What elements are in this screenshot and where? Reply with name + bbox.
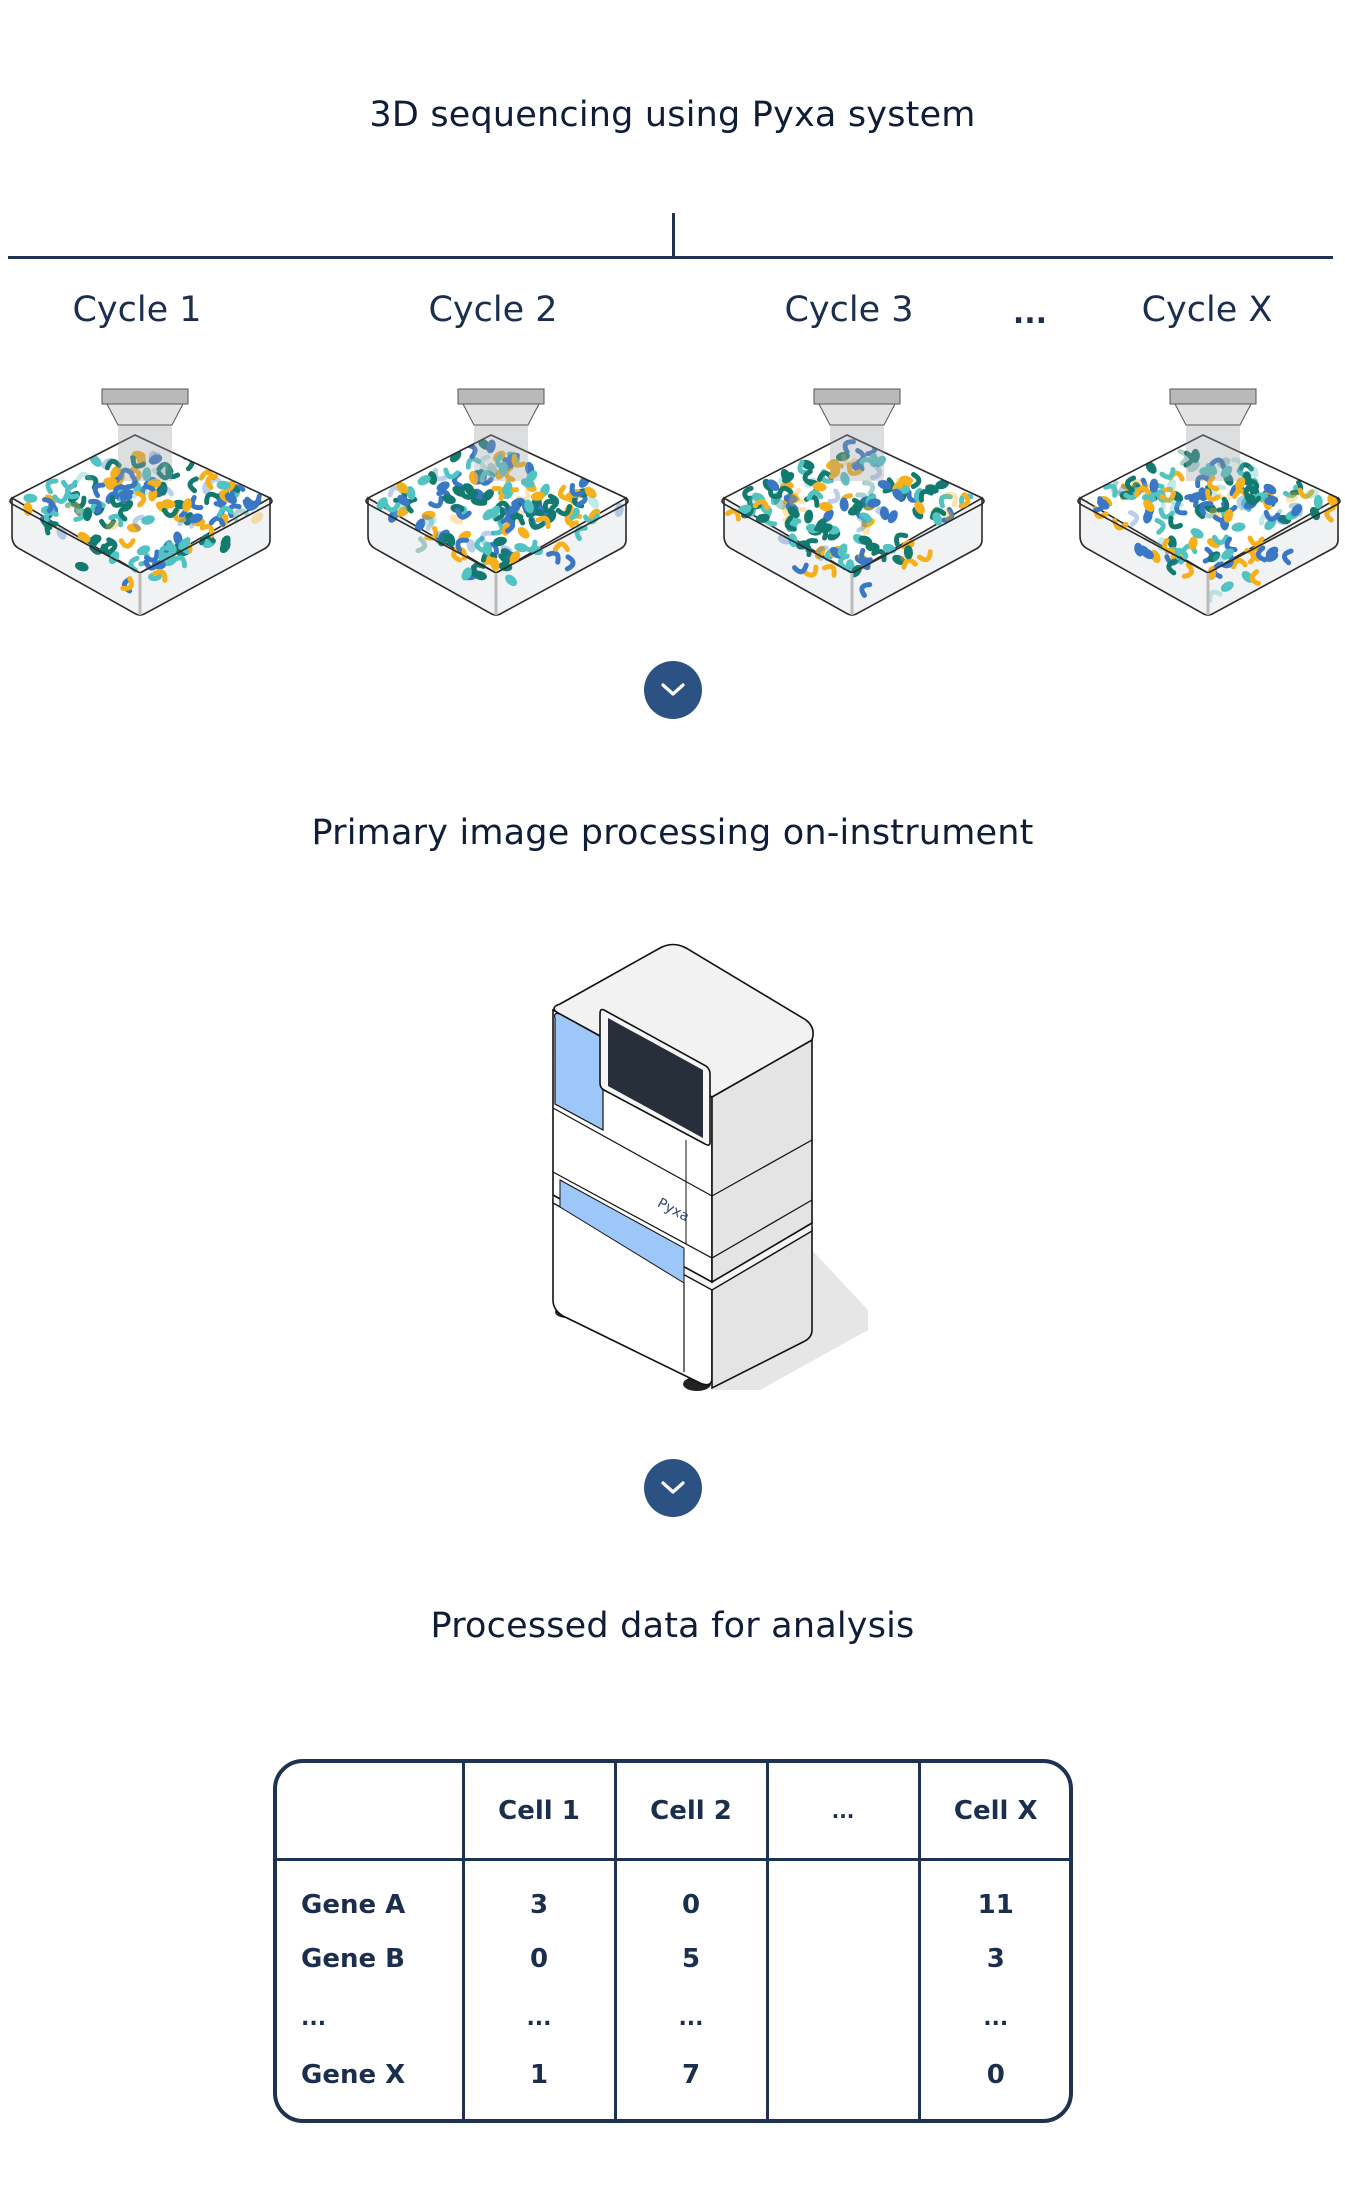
table-cell: 11 [977, 1890, 1014, 1920]
table-cell: 7 [681, 2060, 701, 2090]
table-cell [769, 2057, 918, 2111]
next-step-button-1[interactable] [644, 661, 702, 719]
table-body-row: Gene A Gene B ... Gene X 3 0 ... 1 0 5 .… [277, 1858, 1069, 2119]
table-cell [769, 1887, 918, 1941]
table-cell: ... [526, 2006, 552, 2031]
cell-x-column: 11 3 ... 0 [917, 1858, 1069, 2119]
analysis-title: Processed data for analysis [430, 1606, 915, 1646]
table-cell [769, 1995, 918, 2057]
table-header-row: Cell 1 Cell 2 ... Cell X [277, 1763, 1069, 1861]
cycle-label-3: Cycle 3 [784, 290, 914, 330]
row-label: Gene A [301, 1890, 406, 1920]
column-header: Cell 2 [613, 1763, 769, 1861]
sample-cycle-x [1077, 388, 1341, 616]
row-label: Gene X [301, 2060, 406, 2090]
cycle-label-1: Cycle 1 [72, 290, 202, 330]
table-cell: 3 [986, 1944, 1005, 1974]
cycle-label-2: Cycle 2 [428, 290, 558, 330]
table-cell: 1 [529, 2060, 549, 2090]
chevron-down-icon [661, 683, 685, 696]
table-cell [769, 1941, 918, 1995]
sample-cycle-1 [9, 388, 273, 616]
cell-1-column: 3 0 ... 1 [461, 1858, 617, 2119]
column-header: ... [765, 1763, 921, 1861]
next-step-button-2[interactable] [644, 1459, 702, 1517]
gene-column: Gene A Gene B ... Gene X [277, 1858, 465, 2119]
objective-lens [101, 388, 189, 405]
table-cell: 5 [681, 1944, 701, 1974]
table-cell: 0 [986, 2060, 1005, 2090]
light-beam [474, 423, 528, 481]
table-cell: ... [678, 2006, 704, 2031]
objective-lens [1169, 388, 1257, 405]
chevron-down-icon [661, 1481, 685, 1494]
light-beam [118, 423, 172, 481]
pyxa-instrument-illustration: Pyxa [552, 943, 868, 1391]
gene-cell-count-table: Cell 1 Cell 2 ... Cell X Gene A Gene B .… [273, 1759, 1073, 2123]
light-beam [830, 423, 884, 481]
timeline-line [8, 256, 1333, 259]
cell-2-column: 0 5 ... 7 [613, 1858, 769, 2119]
objective-lens [457, 388, 545, 405]
processing-title: Primary image processing on-instrument [311, 813, 1034, 853]
timeline-tick [672, 213, 675, 258]
table-corner-header [277, 1763, 465, 1861]
objective-lens [813, 388, 901, 405]
ellipsis-column [765, 1858, 921, 2119]
table-cell: 0 [529, 1944, 549, 1974]
row-label: Gene B [301, 1944, 405, 1974]
column-header: Cell X [917, 1763, 1069, 1861]
table-cell: 0 [681, 1890, 701, 1920]
sample-cycle-2 [365, 388, 629, 616]
cycle-label-x: Cycle X [1141, 290, 1273, 330]
table-cell: ... [983, 2006, 1009, 2031]
cycle-ellipsis: ... [1012, 296, 1048, 331]
light-beam [1186, 423, 1240, 481]
table-cell: 3 [529, 1890, 549, 1920]
row-label: ... [301, 2006, 327, 2031]
sequencing-title: 3D sequencing using Pyxa system [369, 95, 976, 135]
sample-cycle-3 [721, 388, 985, 616]
column-header: Cell 1 [461, 1763, 617, 1861]
